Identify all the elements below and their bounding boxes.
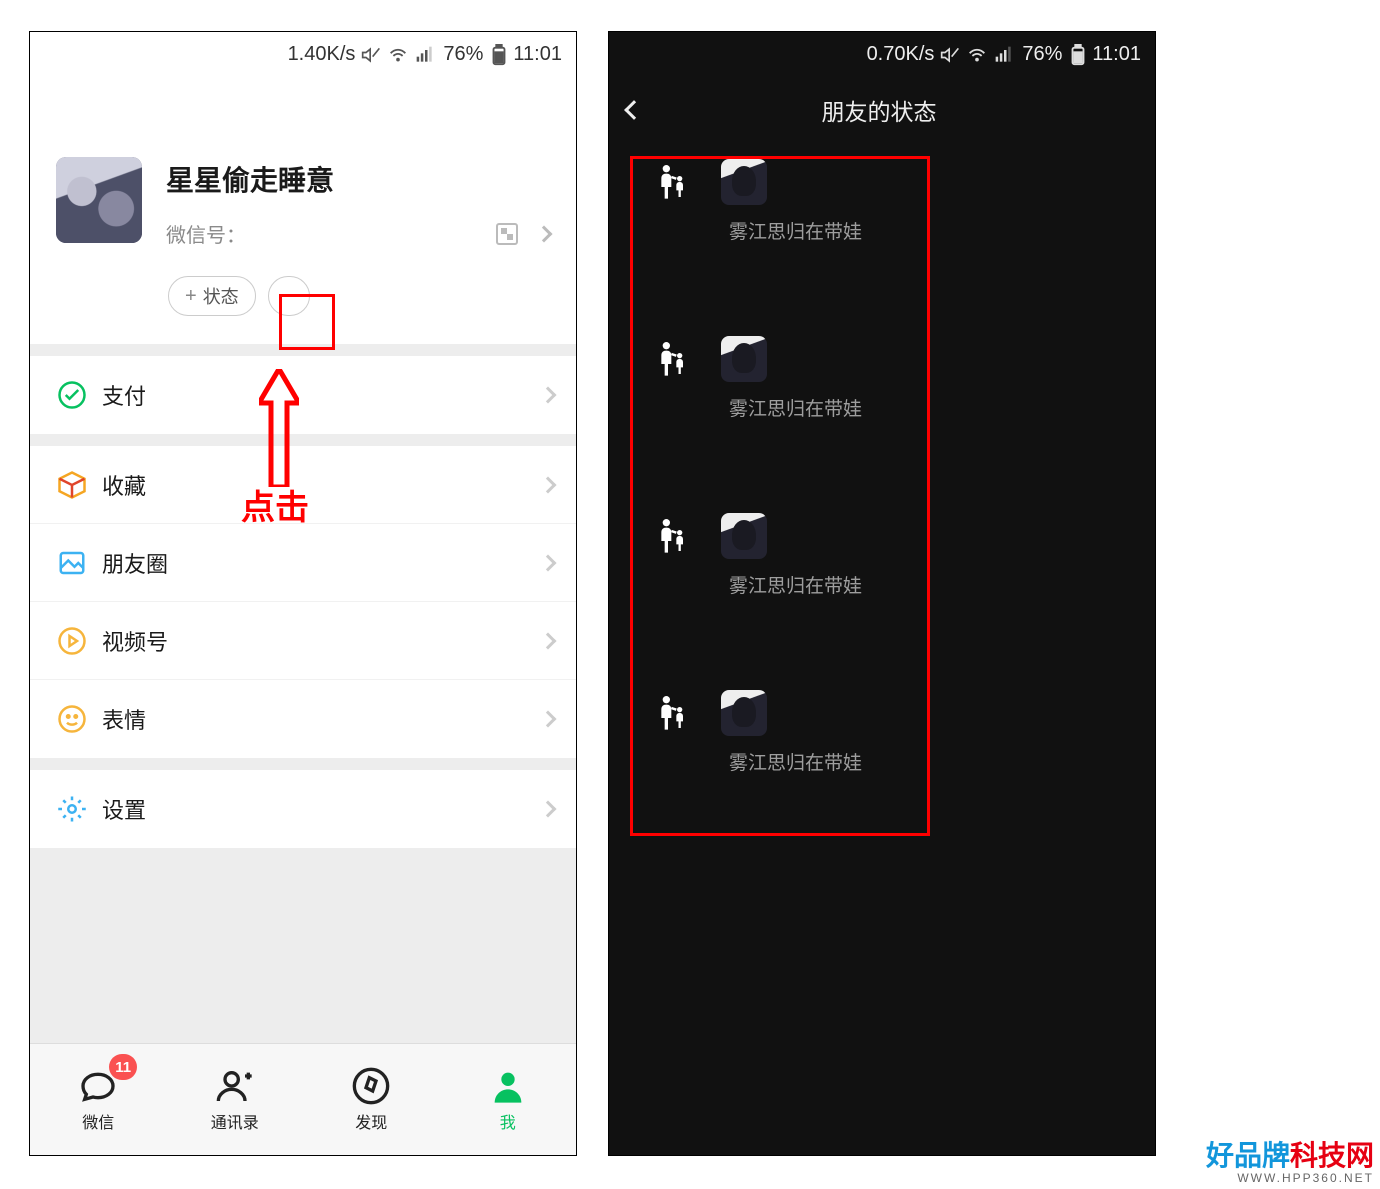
gear-icon bbox=[57, 794, 87, 824]
mute-icon bbox=[361, 45, 381, 65]
wifi-icon bbox=[387, 44, 409, 66]
profile-name: 星星偷走睡意 bbox=[166, 159, 550, 199]
chevron-right-icon bbox=[540, 801, 557, 818]
clock: 11:01 bbox=[513, 43, 562, 66]
avatar[interactable] bbox=[56, 157, 142, 243]
tab-discover[interactable]: 发现 bbox=[303, 1044, 440, 1155]
friend-avatar bbox=[721, 159, 767, 205]
dark-header: 朋友的状态 bbox=[609, 77, 1155, 143]
signal-icon bbox=[994, 45, 1014, 65]
page-title: 朋友的状态 bbox=[621, 93, 1137, 127]
status-icons bbox=[361, 44, 435, 66]
watermark: 好品牌科技网 WWW.HPP360.NET bbox=[1206, 1141, 1374, 1185]
battery-icon bbox=[1070, 44, 1086, 66]
wifi-icon bbox=[966, 44, 988, 66]
friend-status-list: 雾江思归在带娃 雾江思归在带娃 雾江思归在带娃 雾江思归在带娃 bbox=[609, 143, 1155, 775]
qr-icon[interactable] bbox=[496, 223, 518, 245]
mute-icon bbox=[940, 45, 960, 65]
wechat-id-label: 微信号： bbox=[166, 219, 246, 248]
chevron-right-icon bbox=[540, 476, 557, 493]
tab-me[interactable]: 我 bbox=[440, 1044, 577, 1155]
friend-avatar bbox=[721, 690, 767, 736]
photo-icon bbox=[57, 548, 87, 578]
signal-icon bbox=[415, 45, 435, 65]
chevron-right-icon bbox=[540, 711, 557, 728]
add-status-button[interactable]: + 状态 bbox=[168, 276, 256, 316]
net-speed: 1.40K/s bbox=[288, 43, 356, 66]
chevron-right-icon bbox=[540, 632, 557, 649]
chevron-right-icon bbox=[540, 387, 557, 404]
menu-settings[interactable]: 设置 bbox=[30, 770, 576, 848]
menu-pay[interactable]: 支付 bbox=[30, 356, 576, 434]
annotation-arrow bbox=[259, 369, 299, 487]
status-bar-right: 0.70K/s 76% 11:01 bbox=[609, 32, 1155, 77]
watermark-part1: 好品牌 bbox=[1206, 1140, 1290, 1171]
battery-pct: 76% bbox=[1022, 43, 1062, 66]
watermark-part2: 科技网 bbox=[1290, 1140, 1374, 1171]
annotation-box-dots bbox=[279, 294, 335, 350]
watermark-url: WWW.HPP360.NET bbox=[1206, 1172, 1374, 1185]
tab-wechat[interactable]: 11 微信 bbox=[30, 1044, 167, 1155]
annotation-box-list bbox=[630, 156, 930, 836]
pay-icon bbox=[57, 380, 87, 410]
friend-avatar bbox=[721, 336, 767, 382]
chevron-right-icon bbox=[536, 225, 553, 242]
status-icons bbox=[940, 44, 1014, 66]
chevron-right-icon bbox=[540, 554, 557, 571]
tab-contacts[interactable]: 通讯录 bbox=[167, 1044, 304, 1155]
phone-right-friends-status: 0.70K/s 76% 11:01 朋友的状态 雾江思归在带娃 雾江思 bbox=[608, 31, 1156, 1156]
compass-icon bbox=[351, 1066, 391, 1106]
menu-stickers[interactable]: 表情 bbox=[30, 680, 576, 758]
menu-moments[interactable]: 朋友圈 bbox=[30, 524, 576, 602]
annotation-click-text: 点击 bbox=[241, 480, 309, 529]
cube-icon bbox=[57, 470, 87, 500]
contacts-icon bbox=[215, 1066, 255, 1106]
plus-icon: + bbox=[185, 286, 197, 306]
phone-left-me-tab: 1.40K/s 76% 11:01 星星偷走睡意 微信号： bbox=[29, 31, 577, 1156]
net-speed: 0.70K/s bbox=[867, 43, 935, 66]
badge-count: 11 bbox=[109, 1054, 137, 1080]
smile-icon bbox=[57, 704, 87, 734]
menu-channels[interactable]: 视频号 bbox=[30, 602, 576, 680]
person-icon bbox=[488, 1066, 528, 1106]
friend-avatar bbox=[721, 513, 767, 559]
tab-bar: 11 微信 通讯录 发现 我 bbox=[30, 1043, 576, 1155]
battery-icon bbox=[491, 44, 507, 66]
play-circle-icon bbox=[57, 626, 87, 656]
status-pill-label: 状态 bbox=[203, 283, 239, 309]
battery-pct: 76% bbox=[443, 43, 483, 66]
status-bar-left: 1.40K/s 76% 11:01 bbox=[30, 32, 576, 77]
clock: 11:01 bbox=[1092, 43, 1141, 66]
